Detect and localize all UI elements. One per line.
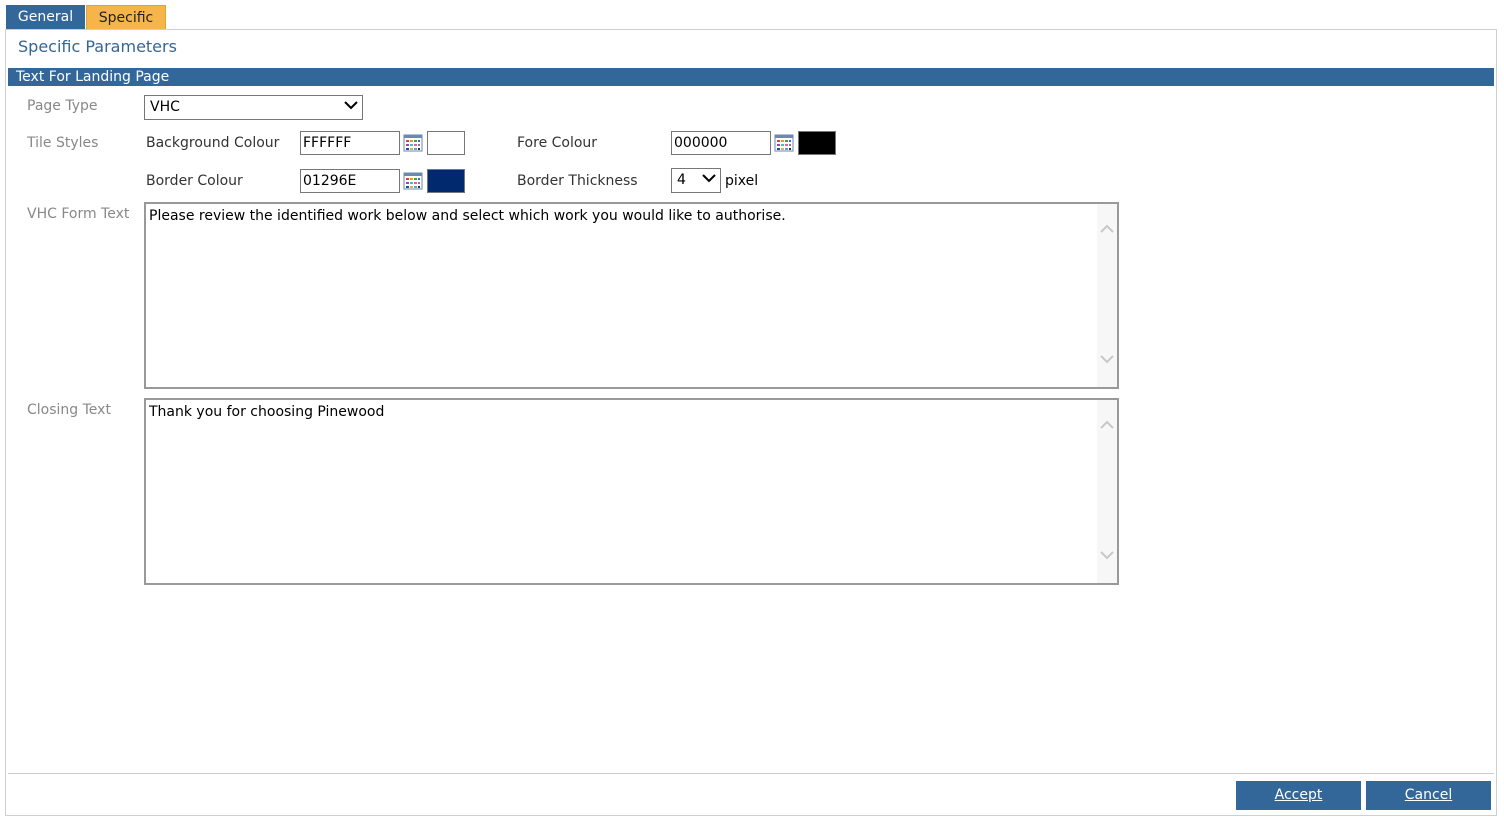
vhc-form-text-label: VHC Form Text: [27, 206, 130, 222]
border-colour-label: Border Colour: [146, 173, 243, 189]
vhc-form-text-area[interactable]: Please review the identified work below …: [144, 202, 1119, 389]
background-colour-label: Background Colour: [146, 135, 280, 151]
border-thickness-label: Border Thickness: [517, 173, 638, 189]
vertical-scrollbar[interactable]: [1097, 204, 1117, 387]
section-header: Text For Landing Page: [8, 68, 1494, 86]
tab-specific[interactable]: Specific: [86, 5, 166, 30]
fore-colour-input[interactable]: 000000: [671, 131, 771, 155]
page-type-label: Page Type: [27, 98, 98, 114]
closing-text-area[interactable]: Thank you for choosing Pinewood: [144, 398, 1119, 585]
border-colour-swatch[interactable]: [427, 169, 465, 193]
chevron-down-icon[interactable]: [1100, 354, 1114, 364]
accept-button[interactable]: Accept: [1236, 781, 1361, 810]
tab-general[interactable]: General: [6, 5, 85, 29]
chevron-up-icon[interactable]: [1100, 224, 1114, 234]
closing-text-value: Thank you for choosing Pinewood: [149, 404, 385, 420]
chevron-up-icon[interactable]: [1100, 420, 1114, 430]
closing-text-label: Closing Text: [27, 402, 111, 418]
specific-parameters-panel: Specific Parameters Text For Landing Pag…: [5, 29, 1497, 816]
fore-colour-swatch[interactable]: [798, 131, 836, 155]
panel-title: Specific Parameters: [18, 37, 177, 56]
page-type-value: VHC: [150, 99, 180, 115]
vhc-form-text-value: Please review the identified work below …: [149, 208, 786, 224]
tile-styles-label: Tile Styles: [27, 135, 99, 151]
border-thickness-unit: pixel: [725, 173, 759, 189]
chevron-down-icon: [344, 101, 358, 110]
background-colour-swatch[interactable]: [427, 131, 465, 155]
vertical-scrollbar[interactable]: [1097, 400, 1117, 583]
tab-bar: General Specific: [6, 5, 166, 30]
border-thickness-value: 4: [677, 172, 686, 188]
palette-icon[interactable]: [403, 134, 423, 152]
border-colour-input[interactable]: 01296E: [300, 169, 400, 193]
page-type-select[interactable]: VHC: [144, 95, 363, 120]
footer-divider: [8, 773, 1494, 774]
chevron-down-icon: [702, 174, 716, 183]
background-colour-input[interactable]: FFFFFF: [300, 131, 400, 155]
border-thickness-select[interactable]: 4: [671, 168, 721, 193]
chevron-down-icon[interactable]: [1100, 550, 1114, 560]
palette-icon[interactable]: [774, 134, 794, 152]
cancel-button[interactable]: Cancel: [1366, 781, 1491, 810]
fore-colour-label: Fore Colour: [517, 135, 598, 151]
palette-icon[interactable]: [403, 172, 423, 190]
